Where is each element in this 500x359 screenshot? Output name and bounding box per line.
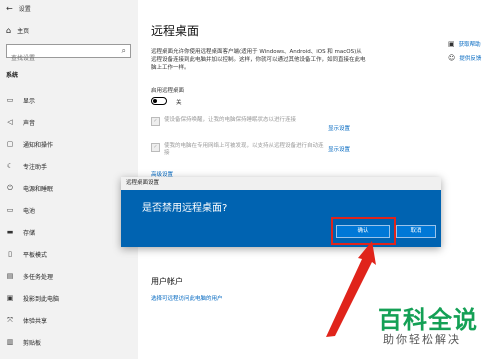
watermark-title: 百科全说 bbox=[378, 306, 478, 334]
watermark-subtitle: 助你轻松解决 bbox=[383, 333, 461, 346]
